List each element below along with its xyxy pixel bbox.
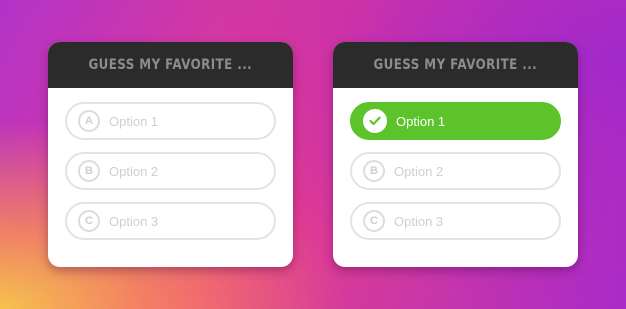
quiz-card-unanswered: GUESS MY FAVORITE ... A Option 1 B Optio… — [48, 42, 293, 267]
quiz-title: GUESS MY FAVORITE ... — [88, 57, 253, 73]
quiz-title: GUESS MY FAVORITE ... — [373, 57, 538, 73]
quiz-card-header: GUESS MY FAVORITE ... — [48, 42, 293, 88]
option-label: Option 1 — [396, 113, 446, 129]
option-list: A Option 1 B Option 2 C Option 3 — [48, 88, 293, 240]
quiz-card-header: GUESS MY FAVORITE ... — [333, 42, 578, 88]
option-b-button[interactable]: B Option 2 — [65, 152, 276, 190]
option-c-letter-icon: C — [363, 210, 385, 232]
option-c-letter-icon: C — [78, 210, 100, 232]
option-c-button[interactable]: C Option 3 — [65, 202, 276, 240]
option-label: Option 3 — [109, 213, 159, 229]
option-b-letter-icon: B — [78, 160, 100, 182]
option-b-button[interactable]: B Option 2 — [350, 152, 561, 190]
quiz-card-answered: GUESS MY FAVORITE ... Option 1 B Option … — [333, 42, 578, 267]
option-label: Option 1 — [109, 113, 159, 129]
option-label: Option 2 — [394, 163, 444, 179]
option-label: Option 3 — [394, 213, 444, 229]
option-list: Option 1 B Option 2 C Option 3 — [333, 88, 578, 240]
option-label: Option 2 — [109, 163, 159, 179]
option-c-button[interactable]: C Option 3 — [350, 202, 561, 240]
checkmark-icon — [363, 109, 387, 133]
option-a-letter-icon: A — [78, 110, 100, 132]
option-a-button-selected[interactable]: Option 1 — [350, 102, 561, 140]
option-b-letter-icon: B — [363, 160, 385, 182]
option-a-button[interactable]: A Option 1 — [65, 102, 276, 140]
